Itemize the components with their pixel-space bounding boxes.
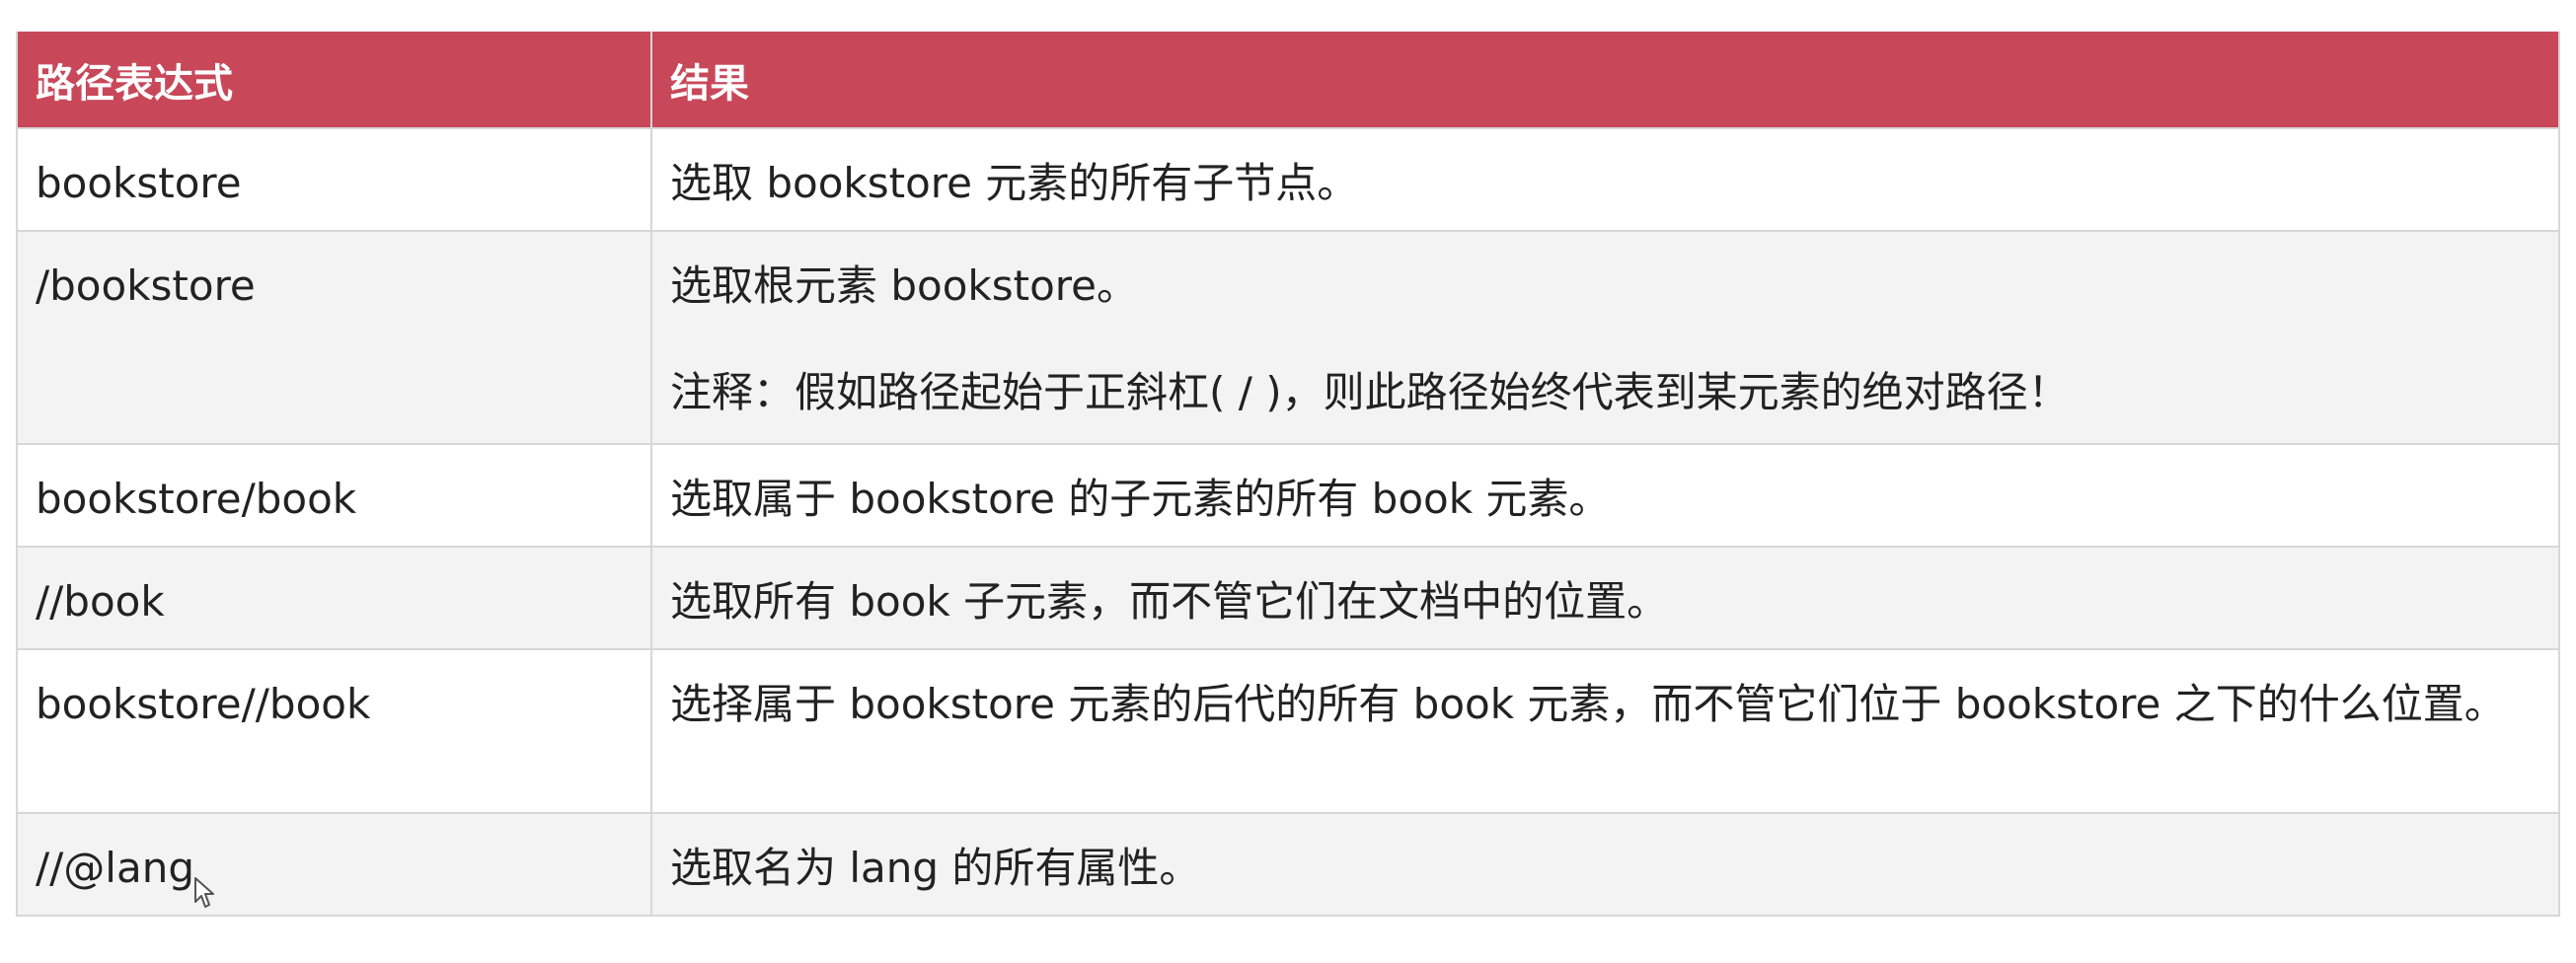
result-cell: 选取根元素 bookstore。 注释：假如路径起始于正斜杠( / )，则此路径… [650,230,2560,445]
result-note: 注释：假如路径起始于正斜杠( / )，则此路径始终代表到某元素的绝对路径！ [670,368,2070,416]
table-header-row: 路径表达式 结果 [16,32,2560,129]
expression-cell: /bookstore [16,230,652,445]
xpath-expression-table: 路径表达式 结果 bookstore 选取 bookstore 元素的所有子节点… [16,32,2560,917]
table-row: /bookstore 选取根元素 bookstore。 注释：假如路径起始于正斜… [16,230,2560,445]
table-row: bookstore/book 选取属于 bookstore 的子元素的所有 bo… [16,443,2560,548]
table-row: bookstore 选取 bookstore 元素的所有子节点。 [16,127,2560,232]
table-row: //book 选取所有 book 子元素，而不管它们在文档中的位置。 [16,546,2560,650]
header-result: 结果 [650,32,2560,129]
result-cell: 选取所有 book 子元素，而不管它们在文档中的位置。 [650,546,2560,650]
result-cell: 选取名为 lang 的所有属性。 [650,812,2560,917]
result-cell: 选择属于 bookstore 元素的后代的所有 book 元素，而不管它们位于 … [650,648,2560,814]
expression-cell: bookstore [16,127,652,232]
expression-cell: //@lang [16,812,652,917]
result-text: 选取根元素 bookstore。 [670,261,1138,310]
mouse-pointer-icon [194,877,214,908]
table-row: //@lang 选取名为 lang 的所有属性。 [16,812,2560,917]
result-cell: 选取 bookstore 元素的所有子节点。 [650,127,2560,232]
expression-cell: //book [16,546,652,650]
table-row: bookstore//book 选择属于 bookstore 元素的后代的所有 … [16,648,2560,814]
xpath-table-container: 路径表达式 结果 bookstore 选取 bookstore 元素的所有子节点… [16,32,2560,917]
expression-cell: bookstore/book [16,443,652,548]
result-cell: 选取属于 bookstore 的子元素的所有 book 元素。 [650,443,2560,548]
expression-cell: bookstore//book [16,648,652,814]
header-path-expression: 路径表达式 [16,32,652,129]
